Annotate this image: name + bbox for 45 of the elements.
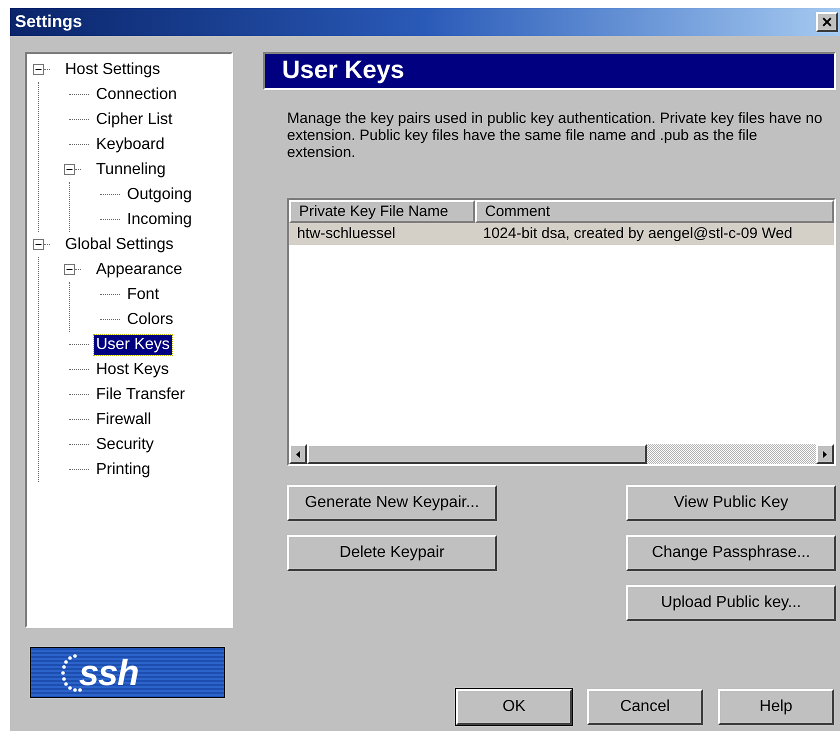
right-arrow-icon [823, 450, 827, 458]
description-text: Manage the key pairs used in public key authentication. Private key files have no extension. Public key files have the same file name and .pub as the file extension. [287, 110, 824, 161]
left-arrow-icon [296, 450, 300, 458]
tree-item[interactable]: Host Keys [94, 360, 171, 380]
collapse-icon[interactable] [64, 264, 75, 275]
dialog-button[interactable]: OK [456, 689, 572, 725]
dialog-button[interactable]: Cancel [587, 689, 703, 725]
close-button[interactable]: × [816, 12, 838, 32]
tree-item[interactable]: Keyboard [94, 134, 166, 154]
tree-item[interactable]: Host Settings [63, 60, 162, 80]
collapse-icon[interactable] [33, 239, 44, 250]
table-cell-text: htw-schluessel [296, 224, 396, 244]
dialog-button[interactable]: Delete Keypair [287, 535, 497, 571]
dialog-button[interactable]: Help [718, 689, 834, 725]
tree-item[interactable]: Printing [94, 460, 152, 480]
dialog-button[interactable]: View Public Key [626, 485, 836, 521]
page-title: User Keys [282, 55, 404, 86]
tree-item[interactable]: Colors [125, 310, 176, 330]
tree-item[interactable]: Security [94, 434, 156, 454]
tree-item[interactable]: Cipher List [94, 110, 174, 130]
tree-item[interactable]: Outgoing [125, 184, 194, 204]
window-title: Settings [15, 11, 82, 34]
collapse-icon[interactable] [64, 164, 75, 175]
tree-item[interactable]: Connection [94, 84, 179, 104]
scroll-left-button[interactable] [289, 444, 307, 464]
table-cell-text: 1024-bit dsa, created by aengel@stl-c-09 Wed [482, 224, 794, 244]
dialog-button[interactable]: Change Passphrase... [626, 535, 836, 571]
tree-item[interactable]: Incoming [125, 210, 194, 230]
horizontal-scrollbar[interactable] [289, 444, 834, 464]
tree-item[interactable]: Font [125, 284, 162, 304]
tree-item[interactable]: Global Settings [63, 234, 176, 254]
tree-item[interactable]: User Keys [94, 334, 172, 354]
tree-item[interactable]: Firewall [94, 410, 154, 430]
column-header[interactable]: Private Key File Name [289, 200, 475, 223]
logo-text: ssh [79, 654, 138, 690]
tree-item[interactable]: Appearance [94, 260, 184, 280]
scroll-thumb[interactable] [307, 444, 647, 464]
tree-item[interactable]: Tunneling [94, 160, 168, 180]
tree-item[interactable]: File Transfer [94, 384, 187, 404]
dialog-button[interactable]: Upload Public key... [626, 585, 836, 621]
scroll-right-button[interactable] [816, 444, 834, 464]
dialog-button[interactable]: Generate New Keypair... [287, 485, 497, 521]
column-header[interactable]: Comment [475, 200, 834, 223]
table-row[interactable]: htw-schluessel 1024-bit dsa, created by aengel@stl-c-09 Wed [289, 223, 834, 245]
collapse-icon[interactable] [33, 64, 44, 75]
